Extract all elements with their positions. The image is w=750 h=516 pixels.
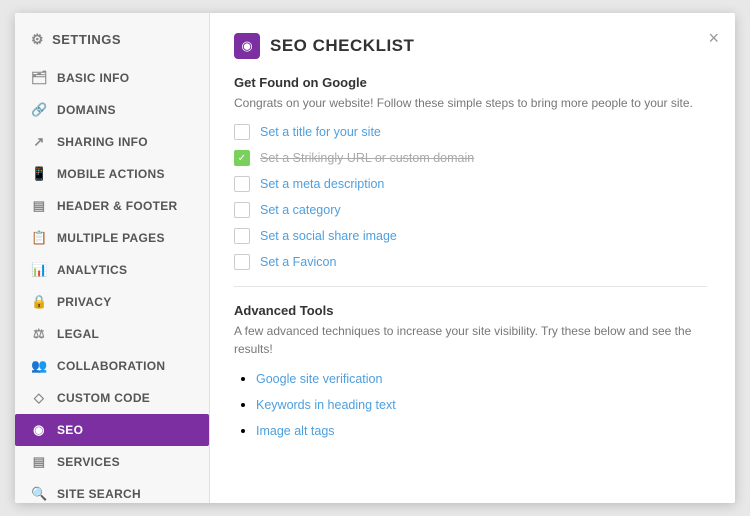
bullet-item-keywords: Keywords in heading text — [256, 396, 707, 414]
multiple-pages-icon: 📋 — [31, 230, 47, 246]
checklist-item-category: Set a category — [234, 202, 707, 218]
main-content: × ◉ SEO CHECKLIST Get Found on Google Co… — [210, 13, 735, 503]
sidebar-label-sharing-info: SHARING INFO — [57, 135, 148, 149]
checkbox-url[interactable]: ✓ — [234, 150, 250, 166]
advanced-title: Advanced Tools — [234, 303, 707, 318]
bullet-link-image-alt[interactable]: Image alt tags — [256, 424, 335, 438]
basic-info-icon: 🗂 — [31, 70, 47, 86]
gear-icon: ⚙ — [31, 31, 44, 48]
get-found-desc: Congrats on your website! Follow these s… — [234, 94, 707, 112]
advanced-desc: A few advanced techniques to increase yo… — [234, 322, 707, 358]
bullet-link-google-verify[interactable]: Google site verification — [256, 372, 382, 386]
checklist-link-favicon[interactable]: Set a Favicon — [260, 255, 336, 269]
sidebar-item-custom-code[interactable]: ◇ CUSTOM CODE — [15, 382, 209, 414]
sidebar-item-legal[interactable]: ⚖ LEGAL — [15, 318, 209, 350]
checklist-link-category[interactable]: Set a category — [260, 203, 341, 217]
sidebar-item-seo[interactable]: ◉ SEO — [15, 414, 209, 446]
sidebar-header: ⚙ SETTINGS — [15, 21, 209, 62]
custom-code-icon: ◇ — [31, 390, 47, 406]
sidebar-label-basic-info: BASIC INFO — [57, 71, 129, 85]
collaboration-icon: 👥 — [31, 358, 47, 374]
analytics-icon: 📊 — [31, 262, 47, 278]
sidebar-item-services[interactable]: ▤ SERVICES — [15, 446, 209, 478]
sidebar-label-site-search: SITE SEARCH — [57, 487, 141, 501]
checklist-link-title[interactable]: Set a title for your site — [260, 125, 381, 139]
checkbox-title[interactable] — [234, 124, 250, 140]
get-found-title: Get Found on Google — [234, 75, 707, 90]
modal-container: ⚙ SETTINGS 🗂 BASIC INFO 🔗 DOMAINS ↗ SHARING I… — [15, 13, 735, 503]
services-icon: ▤ — [31, 454, 47, 470]
checklist-container: Set a title for your site ✓ Set a Striking… — [234, 124, 707, 270]
sidebar-item-collaboration[interactable]: 👥 COLLABORATION — [15, 350, 209, 382]
sidebar-label-services: SERVICES — [57, 455, 120, 469]
sidebar-label-header-footer: HEADER & FOOTER — [57, 199, 178, 213]
header-footer-icon: ▤ — [31, 198, 47, 214]
divider — [234, 286, 707, 287]
checklist-item-title: Set a title for your site — [234, 124, 707, 140]
bullet-item-image-alt: Image alt tags — [256, 422, 707, 440]
seo-icon: ◉ — [234, 33, 260, 59]
checklist-link-social[interactable]: Set a social share image — [260, 229, 397, 243]
checkbox-category[interactable] — [234, 202, 250, 218]
checkbox-social[interactable] — [234, 228, 250, 244]
checklist-item-social: Set a social share image — [234, 228, 707, 244]
checklist-link-meta[interactable]: Set a meta description — [260, 177, 384, 191]
mobile-actions-icon: 📱 — [31, 166, 47, 182]
sidebar-label-collaboration: COLLABORATION — [57, 359, 165, 373]
checkbox-meta[interactable] — [234, 176, 250, 192]
sidebar-label-legal: LEGAL — [57, 327, 99, 341]
legal-icon: ⚖ — [31, 326, 47, 342]
main-header: ◉ SEO CHECKLIST — [234, 33, 707, 59]
bullet-link-keywords[interactable]: Keywords in heading text — [256, 398, 396, 412]
checklist-item-favicon: Set a Favicon — [234, 254, 707, 270]
bullet-list: Google site verification Keywords in head… — [234, 370, 707, 440]
sidebar-item-analytics[interactable]: 📊 ANALYTICS — [15, 254, 209, 286]
checklist-item-url: ✓ Set a Strikingly URL or custom domain — [234, 150, 707, 166]
sidebar-header-label: SETTINGS — [52, 32, 121, 47]
checklist-link-url[interactable]: Set a Strikingly URL or custom domain — [260, 151, 474, 165]
sidebar-item-multiple-pages[interactable]: 📋 MULTIPLE PAGES — [15, 222, 209, 254]
sidebar-item-sharing-info[interactable]: ↗ SHARING INFO — [15, 126, 209, 158]
sidebar-item-site-search[interactable]: 🔍 SITE SEARCH — [15, 478, 209, 503]
sidebar-item-mobile-actions[interactable]: 📱 MOBILE ACTIONS — [15, 158, 209, 190]
site-search-icon: 🔍 — [31, 486, 47, 502]
sidebar-label-privacy: PRIVACY — [57, 295, 112, 309]
sidebar-label-seo: SEO — [57, 423, 83, 437]
sidebar-label-multiple-pages: MULTIPLE PAGES — [57, 231, 165, 245]
seo-icon: ◉ — [31, 422, 47, 438]
sidebar-label-custom-code: CUSTOM CODE — [57, 391, 150, 405]
sidebar-item-header-footer[interactable]: ▤ HEADER & FOOTER — [15, 190, 209, 222]
sidebar-item-domains[interactable]: 🔗 DOMAINS — [15, 94, 209, 126]
sidebar-item-privacy[interactable]: 🔒 PRIVACY — [15, 286, 209, 318]
checkbox-favicon[interactable] — [234, 254, 250, 270]
close-button[interactable]: × — [708, 29, 719, 47]
sidebar: ⚙ SETTINGS 🗂 BASIC INFO 🔗 DOMAINS ↗ SHARING I… — [15, 13, 210, 503]
sidebar-label-mobile-actions: MOBILE ACTIONS — [57, 167, 165, 181]
main-title: SEO CHECKLIST — [270, 36, 414, 56]
sidebar-item-basic-info[interactable]: 🗂 BASIC INFO — [15, 62, 209, 94]
sidebar-label-analytics: ANALYTICS — [57, 263, 127, 277]
checklist-item-meta: Set a meta description — [234, 176, 707, 192]
sidebar-label-domains: DOMAINS — [57, 103, 116, 117]
sharing-info-icon: ↗ — [31, 134, 47, 150]
domains-icon: 🔗 — [31, 102, 47, 118]
bullet-item-google-verify: Google site verification — [256, 370, 707, 388]
privacy-icon: 🔒 — [31, 294, 47, 310]
